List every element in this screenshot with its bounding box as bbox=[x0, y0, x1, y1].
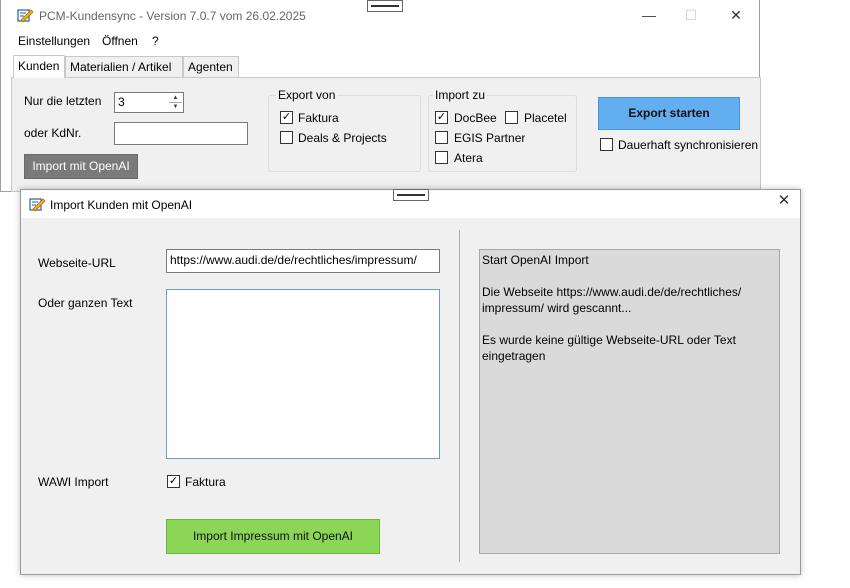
deals-label: Deals & Projects bbox=[298, 131, 387, 145]
placetel-label: Placetel bbox=[524, 111, 567, 125]
log-line: Es wurde keine gültige Webseite-URL oder… bbox=[482, 333, 736, 347]
nur-die-letzten-label: Nur die letzten bbox=[24, 94, 102, 108]
export-von-title: Export von bbox=[276, 88, 338, 102]
wawi-faktura-label: Faktura bbox=[185, 475, 226, 489]
main-window: PCM-Kundensync - Version 7.0.7 vom 26.02… bbox=[0, 0, 761, 192]
atera-label: Atera bbox=[454, 151, 483, 165]
window-title: PCM-Kundensync - Version 7.0.7 vom 26.02… bbox=[39, 9, 306, 23]
dauerhaft-label: Dauerhaft synchronisieren bbox=[618, 138, 759, 152]
close-button[interactable]: ✕ bbox=[721, 4, 751, 26]
dauerhaft-checkbox[interactable] bbox=[600, 138, 613, 151]
dialog-title: Import Kunden mit OpenAI bbox=[50, 198, 193, 212]
tab-panel-kunden: Nur die letzten 3 ▲ ▼ oder KdNr. Import … bbox=[11, 77, 761, 192]
log-line: Start OpenAI Import bbox=[482, 253, 589, 267]
tab-agenten[interactable]: Agenten bbox=[183, 56, 239, 78]
text-label: Oder ganzen Text bbox=[38, 296, 133, 310]
wawi-faktura-checkbox[interactable]: ✓ bbox=[167, 475, 180, 488]
vertical-divider bbox=[459, 230, 460, 562]
atera-checkbox[interactable] bbox=[435, 151, 448, 164]
menu-einstellungen[interactable]: Einstellungen bbox=[18, 34, 90, 48]
faktura-checkbox[interactable]: ✓ bbox=[280, 111, 293, 124]
import-dialog: Import Kunden mit OpenAI ✕ Webseite-URL … bbox=[20, 189, 801, 575]
placetel-checkbox[interactable] bbox=[505, 111, 518, 124]
deals-checkbox[interactable] bbox=[280, 131, 293, 144]
import-openai-button[interactable]: Import mit OpenAI bbox=[24, 154, 138, 179]
app-icon bbox=[29, 198, 46, 212]
log-line: eingetragen bbox=[482, 349, 546, 363]
stepper-value: 3 bbox=[118, 95, 125, 109]
close-button[interactable]: ✕ bbox=[769, 190, 799, 212]
menu-oeffnen[interactable]: Öffnen bbox=[102, 34, 138, 48]
import-impressum-button[interactable]: Import Impressum mit OpenAI bbox=[166, 519, 380, 554]
nur-die-letzten-stepper[interactable]: 3 ▲ ▼ bbox=[114, 92, 184, 113]
chevron-down-icon[interactable]: ▼ bbox=[169, 103, 182, 111]
url-input[interactable]: https://www.audi.de/de/rechtliches/impre… bbox=[166, 249, 440, 273]
faktura-label: Faktura bbox=[298, 111, 339, 125]
log-line: Die Webseite https://www.audi.de/de/rech… bbox=[482, 285, 742, 299]
kdnr-label: oder KdNr. bbox=[24, 126, 82, 140]
app-icon bbox=[17, 9, 34, 23]
text-input[interactable] bbox=[166, 289, 440, 459]
docbee-checkbox[interactable]: ✓ bbox=[435, 111, 448, 124]
minimize-button[interactable]: — bbox=[634, 4, 664, 26]
dialog-body: Webseite-URL https://www.audi.de/de/rech… bbox=[21, 218, 800, 574]
import-zu-title: Import zu bbox=[433, 88, 488, 102]
export-starten-button[interactable]: Export starten bbox=[598, 97, 740, 130]
log-line: impressum/ wird gescannt... bbox=[482, 301, 632, 315]
tab-kunden[interactable]: Kunden bbox=[13, 55, 65, 78]
kdnr-input[interactable] bbox=[114, 122, 248, 145]
tab-materialien[interactable]: Materialien / Artikel bbox=[65, 56, 183, 78]
menu-help[interactable]: ? bbox=[152, 34, 159, 48]
maximize-button[interactable]: ☐ bbox=[676, 4, 706, 26]
chevron-up-icon[interactable]: ▲ bbox=[169, 94, 182, 103]
url-label: Webseite-URL bbox=[38, 256, 116, 270]
drag-grip-icon[interactable] bbox=[393, 189, 429, 201]
docbee-label: DocBee bbox=[454, 111, 497, 125]
egis-checkbox[interactable] bbox=[435, 131, 448, 144]
log-output: Start OpenAI Import Die Webseite https:/… bbox=[479, 249, 780, 554]
wawi-label: WAWI Import bbox=[38, 475, 109, 489]
egis-label: EGIS Partner bbox=[454, 131, 526, 145]
drag-grip-icon[interactable] bbox=[367, 0, 403, 12]
